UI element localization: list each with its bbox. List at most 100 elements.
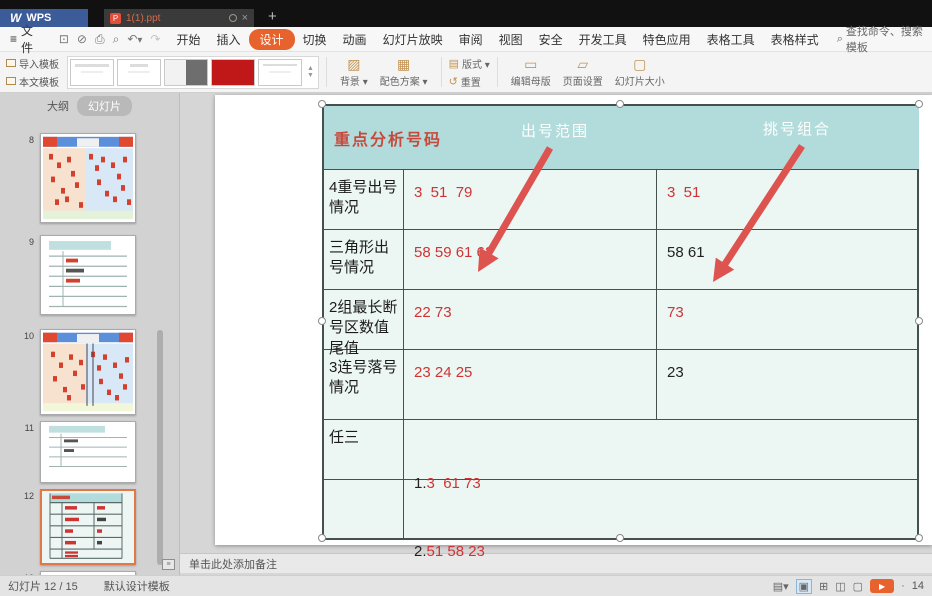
template-icon — [6, 59, 16, 67]
row-label-triangle[interactable]: 三角形出号情况 — [324, 230, 404, 290]
tab-table-tools[interactable]: 表格工具 — [699, 29, 763, 50]
theme-thumbnail[interactable] — [70, 58, 114, 86]
title-bar: W WPS P 1(1).ppt × + — [0, 0, 932, 27]
table-thumb-graphic — [41, 422, 135, 482]
selection-handle-nw[interactable] — [318, 100, 326, 108]
slide-size-button[interactable]: ▢ 幻灯片大小 — [609, 56, 671, 88]
tab-design[interactable]: 设计 — [248, 28, 295, 50]
row-label-quad[interactable]: 4重号出号情况 — [324, 170, 404, 230]
cell-range-triangle[interactable]: 58 59 61 62 — [404, 230, 657, 290]
cell-combo-triangle[interactable]: 58 61 — [657, 230, 919, 290]
slide-thumbnail-10[interactable]: 10 — [22, 329, 136, 415]
slide-thumbnail-11[interactable]: 11 — [22, 421, 136, 483]
layout-icon: ▤ — [448, 57, 459, 70]
slides-tab[interactable]: 幻灯片 — [77, 96, 132, 116]
zoom-value: 14 — [911, 580, 924, 592]
edit-master-icon: ▭ — [524, 55, 538, 72]
overlay-label-combo[interactable]: 挑号组合 — [763, 118, 831, 139]
panel-toggle-icon[interactable]: ≡ — [162, 559, 175, 570]
color-scheme-button[interactable]: ▦ 配色方案 ▾ — [374, 56, 434, 88]
template-name: 默认设计模板 — [103, 581, 170, 593]
command-search[interactable]: ⌕ 查找命令、搜索模板 — [837, 23, 932, 55]
preview-icon[interactable]: ⌕ — [113, 32, 120, 47]
cell-rensan[interactable]: 1.3 61 73 2.51 58 23 — [404, 420, 919, 560]
tab-review[interactable]: 审阅 — [451, 29, 491, 50]
row-label-gap[interactable]: 2组最长断号区数值尾值 — [324, 290, 404, 357]
theme-thumbnail[interactable] — [258, 58, 302, 86]
slide-thumbnail-13[interactable]: 13 — [22, 571, 136, 575]
hamburger-icon: ≡ — [10, 32, 18, 46]
cell-range-gap[interactable]: 22 73 — [404, 290, 657, 350]
selection-handle-se[interactable] — [915, 534, 923, 542]
overlay-label-range[interactable]: 出号范围 — [521, 120, 589, 141]
file-menu-button[interactable]: ≡ 文件 — [0, 22, 51, 56]
reading-view-icon[interactable]: ◫ — [835, 580, 845, 593]
selection-handle-e[interactable] — [915, 317, 923, 325]
tab-transitions[interactable]: 切换 — [295, 29, 335, 50]
print-icon[interactable]: ⎙ — [95, 32, 105, 47]
selection-handle-w[interactable] — [318, 317, 326, 325]
gallery-scroll-arrows[interactable]: ▲ ▼ — [305, 65, 316, 79]
save-icon[interactable]: ⊡ — [59, 32, 69, 47]
reset-button[interactable]: ↺ 重置 — [449, 74, 490, 89]
search-icon: ⌕ — [836, 32, 843, 45]
output-icon[interactable]: ⊘ — [77, 32, 87, 47]
page-setup-button[interactable]: ▱ 页面设置 — [557, 56, 609, 88]
empty-row-cell[interactable] — [404, 480, 919, 538]
slide-thumbnail-9[interactable]: 9 — [22, 235, 136, 315]
theme-thumbnail[interactable] — [117, 58, 161, 86]
new-tab-button[interactable]: + — [268, 9, 277, 27]
background-button[interactable]: ▨ 背景 ▾ — [334, 55, 374, 88]
tab-animations[interactable]: 动画 — [335, 29, 375, 50]
slide-sorter-icon[interactable]: ⊞ — [819, 580, 828, 593]
theme-thumbnail-selected[interactable] — [211, 58, 255, 86]
outline-tab[interactable]: 大纲 — [47, 98, 69, 114]
cloud-icon[interactable]: ▢ — [853, 580, 863, 593]
theme-gallery: ▲ ▼ — [67, 55, 319, 89]
cell-combo-gap[interactable]: 73 — [657, 290, 919, 350]
tab-close-icon[interactable]: × — [242, 12, 248, 24]
zoom-out-icon[interactable]: · — [901, 580, 905, 592]
row-label-consecutive[interactable]: 3连号落号情况 — [324, 350, 404, 420]
selection-handle-sw[interactable] — [318, 534, 326, 542]
tab-special-apps[interactable]: 特色应用 — [635, 29, 699, 50]
background-icon: ▨ — [347, 55, 361, 72]
tab-security[interactable]: 安全 — [531, 29, 571, 50]
slide-panel: 大纲 幻灯片 8 9 10 11 12 ≡ — [0, 93, 180, 575]
empty-row-label[interactable] — [324, 480, 404, 538]
tab-insert[interactable]: 插入 — [209, 29, 249, 50]
normal-view-icon[interactable]: ▣ — [795, 578, 813, 594]
slide-thumbnail-8[interactable]: 8 — [22, 133, 136, 223]
tab-devtools[interactable]: 开发工具 — [571, 29, 635, 50]
selection-handle-n[interactable] — [616, 100, 624, 108]
tab-table-styles[interactable]: 表格样式 — [763, 29, 827, 50]
cell-combo-consecutive[interactable]: 23 — [657, 350, 919, 420]
lightbulb-icon[interactable] — [228, 14, 237, 22]
theme-thumbnail[interactable] — [164, 58, 208, 86]
import-template-button[interactable]: 导入模板 — [6, 56, 59, 71]
edit-master-button[interactable]: ▭ 编辑母版 — [505, 55, 557, 88]
document-tab[interactable]: P 1(1).ppt × — [104, 9, 254, 27]
sidebar-scrollbar[interactable] — [157, 330, 163, 565]
cell-range-consecutive[interactable]: 23 24 25 — [404, 350, 657, 420]
cell-combo-quad[interactable]: 3 51 — [657, 170, 919, 230]
document-tab-title: 1(1).ppt — [126, 12, 161, 24]
table-thumb-graphic — [41, 236, 135, 314]
analysis-table[interactable]: 重点分析号码 4重号出号情况 3 51 79 3 51 三角形出号情况 58 5… — [322, 104, 919, 560]
slideshow-play-button[interactable]: ▶ — [870, 579, 895, 593]
notes-toggle-icon[interactable]: ▤▾ — [773, 580, 789, 593]
slide-thumbnail-12-selected[interactable]: 12 — [22, 489, 136, 565]
selection-handle-s[interactable] — [616, 534, 624, 542]
redo-icon[interactable]: ↷ — [150, 32, 160, 47]
doc-template-button[interactable]: 本文模板 — [6, 74, 59, 89]
cell-range-quad[interactable]: 3 51 79 — [404, 170, 657, 230]
tab-view[interactable]: 视图 — [491, 29, 531, 50]
table-thumb-graphic — [41, 572, 135, 575]
selection-handle-ne[interactable] — [915, 100, 923, 108]
layout-button[interactable]: ▤ 版式 ▾ — [449, 56, 490, 71]
tab-slideshow[interactable]: 幻灯片放映 — [375, 29, 451, 50]
quick-access-toolbar: ⊡ ⊘ ⎙ ⌕ ↶▾ ↷ — [51, 32, 169, 47]
undo-icon[interactable]: ↶▾ — [127, 32, 142, 47]
row-label-rensan[interactable]: 任三 — [324, 420, 404, 480]
tab-home[interactable]: 开始 — [168, 29, 208, 50]
